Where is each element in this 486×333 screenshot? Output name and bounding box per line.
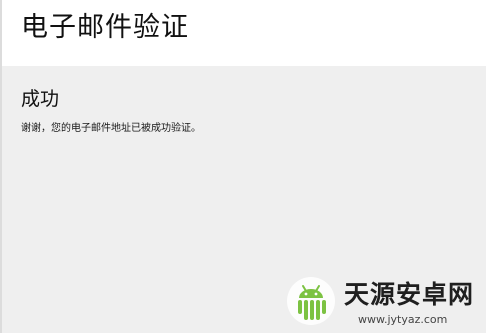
page-title: 电子邮件验证 — [21, 12, 189, 43]
page-header: 电子邮件验证 — [2, 0, 486, 66]
status-message: 谢谢，您的电子邮件地址已被成功验证。 — [21, 123, 201, 134]
watermark-site-name: 天源安卓网 — [344, 280, 475, 309]
android-logo-icon — [287, 277, 335, 325]
site-watermark: 天源安卓网 www.jytyaz.com — [282, 270, 486, 333]
status-heading: 成功 — [21, 88, 60, 110]
watermark-site-url: www.jytyaz.com — [358, 313, 448, 326]
